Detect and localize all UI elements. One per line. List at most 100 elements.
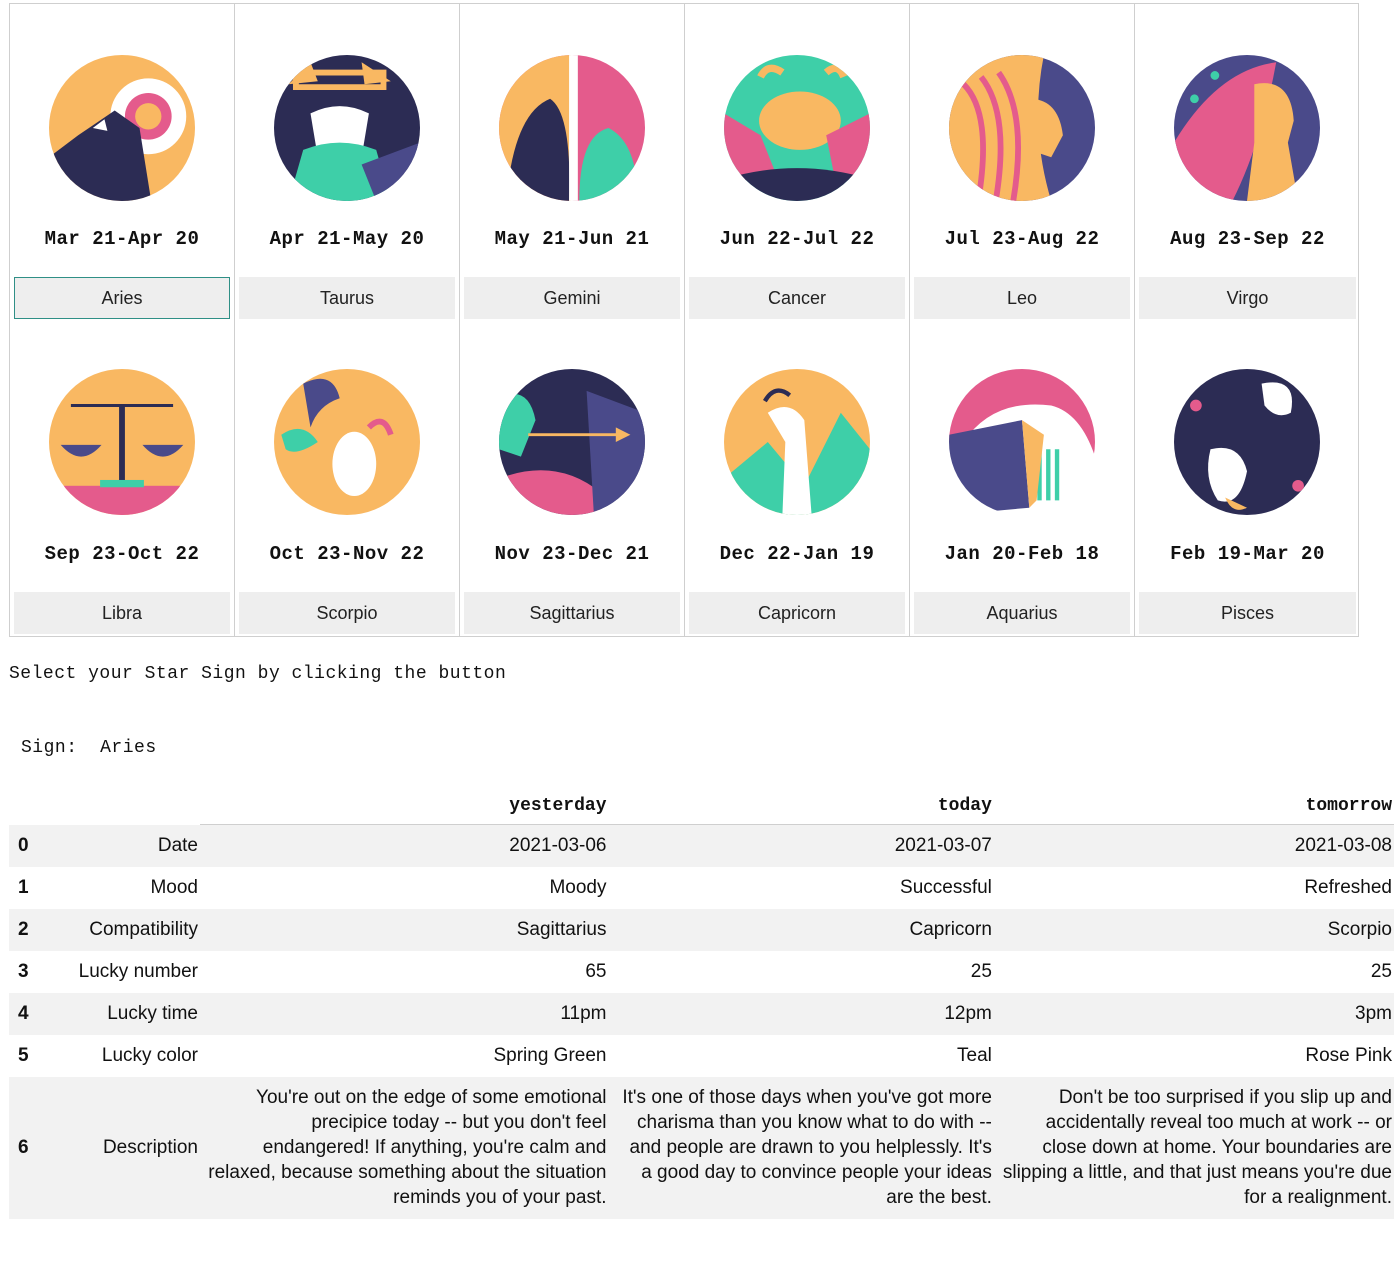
- row-label: Compatibility: [50, 909, 200, 951]
- table-row: 4 Lucky time 11pm 12pm 3pm: [9, 993, 1394, 1035]
- table-cell: 65: [585, 961, 607, 982]
- table-cell: 12pm: [608, 993, 994, 1035]
- selected-sign: Sign: Aries: [21, 738, 157, 758]
- virgo-icon: [1174, 55, 1320, 201]
- sign-button-aries[interactable]: Aries: [14, 277, 230, 319]
- selected-sign-value: Aries: [100, 738, 157, 758]
- sign-cell-pisces: Feb 19-Mar 20 Pisces: [1135, 319, 1360, 636]
- table-cell: Scorpio: [993, 909, 1394, 951]
- sign-button-virgo[interactable]: Virgo: [1139, 277, 1356, 319]
- table-row: 5 Lucky color Spring Green Teal Rose Pin…: [9, 1035, 1394, 1077]
- row-index: 5: [18, 1045, 29, 1066]
- sign-dates: Sep 23-Oct 22: [44, 543, 200, 565]
- blank-header: [50, 792, 200, 825]
- table-cell: Rose Pink: [1305, 1045, 1392, 1066]
- sign-cell-scorpio: Oct 23-Nov 22 Scorpio: [235, 319, 460, 636]
- sign-cell-capricorn: Dec 22-Jan 19 Capricorn: [685, 319, 910, 636]
- row-index: 3: [18, 961, 29, 982]
- sign-dates: Aug 23-Sep 22: [1170, 228, 1325, 250]
- scorpio-icon: [274, 369, 420, 515]
- sign-dates: Feb 19-Mar 20: [1170, 543, 1325, 565]
- table-cell: It's one of those days when you've got m…: [608, 1077, 994, 1219]
- sign-button-aquarius[interactable]: Aquarius: [914, 592, 1130, 634]
- table-cell: Capricorn: [608, 909, 994, 951]
- aries-icon: [49, 55, 195, 201]
- sign-dates: Jun 22-Jul 22: [719, 228, 875, 250]
- table-cell: Sagittarius: [200, 909, 609, 951]
- sign-dates: Jan 20-Feb 18: [944, 543, 1100, 565]
- table-cell: Spring Green: [493, 1045, 607, 1066]
- sign-dates: Jul 23-Aug 22: [944, 228, 1100, 250]
- column-header-tomorrow: tomorrow: [993, 792, 1394, 825]
- row-label: Lucky time: [50, 993, 200, 1035]
- selected-sign-label: Sign:: [21, 738, 78, 758]
- taurus-icon: [274, 55, 420, 201]
- row-index: 1: [18, 877, 29, 898]
- table-cell: Teal: [957, 1045, 992, 1066]
- sign-button-libra[interactable]: Libra: [14, 592, 230, 634]
- instruction-text: Select your Star Sign by clicking the bu…: [9, 664, 507, 684]
- libra-icon: [49, 369, 195, 515]
- sagittarius-icon: [499, 369, 645, 515]
- table-row: 3 Lucky number 65 25 25: [9, 951, 1394, 993]
- aquarius-icon: [949, 369, 1095, 515]
- sign-button-leo[interactable]: Leo: [914, 277, 1130, 319]
- capricorn-icon: [724, 369, 870, 515]
- sign-cell-virgo: Aug 23-Sep 22 Virgo: [1135, 4, 1360, 319]
- table-cell: Moody: [549, 877, 607, 898]
- sign-cell-gemini: May 21-Jun 21 Gemini: [460, 4, 685, 319]
- sign-cell-libra: Sep 23-Oct 22 Libra: [10, 319, 235, 636]
- row-label: Lucky number: [78, 961, 198, 982]
- row-label: Lucky color: [101, 1045, 198, 1066]
- sign-button-gemini[interactable]: Gemini: [464, 277, 680, 319]
- table-header-row: yesterday today tomorrow: [9, 792, 1394, 825]
- sign-button-capricorn[interactable]: Capricorn: [689, 592, 905, 634]
- table-cell: Successful: [900, 877, 992, 898]
- sign-button-cancer[interactable]: Cancer: [689, 277, 905, 319]
- sign-dates: Mar 21-Apr 20: [44, 228, 200, 250]
- sign-cell-sagittarius: Nov 23-Dec 21 Sagittarius: [460, 319, 685, 636]
- sign-dates: Apr 21-May 20: [269, 228, 425, 250]
- sign-button-taurus[interactable]: Taurus: [239, 277, 455, 319]
- table-cell: 25: [1370, 961, 1392, 982]
- table-cell: Refreshed: [1304, 877, 1392, 898]
- sign-cell-leo: Jul 23-Aug 22 Leo: [910, 4, 1135, 319]
- blank-header: [9, 792, 50, 825]
- table-row: 6 Description You're out on the edge of …: [9, 1077, 1394, 1219]
- row-label: Date: [50, 824, 200, 867]
- sign-cell-aries: Mar 21-Apr 20 Aries: [10, 4, 235, 319]
- table-cell: Don't be too surprised if you slip up an…: [993, 1077, 1394, 1219]
- table-cell: 3pm: [993, 993, 1394, 1035]
- row-label: Description: [50, 1077, 200, 1219]
- star-sign-grid: Mar 21-Apr 20 Aries Apr 21-May 20 Taurus…: [9, 3, 1359, 637]
- leo-icon: [949, 55, 1095, 201]
- sign-button-scorpio[interactable]: Scorpio: [239, 592, 455, 634]
- row-index: 6: [9, 1077, 50, 1219]
- table-row: 1 Mood Moody Successful Refreshed: [9, 867, 1394, 909]
- row-index: 4: [9, 993, 50, 1035]
- table-cell: 11pm: [200, 993, 609, 1035]
- gemini-icon: [499, 55, 645, 201]
- pisces-icon: [1174, 369, 1320, 515]
- cancer-icon: [724, 55, 870, 201]
- row-label: Mood: [150, 877, 198, 898]
- table-cell: 2021-03-07: [608, 824, 994, 867]
- column-header-today: today: [608, 792, 994, 825]
- sign-cell-cancer: Jun 22-Jul 22 Cancer: [685, 4, 910, 319]
- table-row: 2 Compatibility Sagittarius Capricorn Sc…: [9, 909, 1394, 951]
- table-cell: 25: [970, 961, 992, 982]
- table-cell: 2021-03-06: [200, 824, 609, 867]
- sign-dates: Oct 23-Nov 22: [269, 543, 425, 565]
- sign-dates: May 21-Jun 21: [494, 228, 650, 250]
- row-index: 2: [9, 909, 50, 951]
- horoscope-table: yesterday today tomorrow 0 Date 2021-03-…: [9, 792, 1394, 1219]
- sign-cell-aquarius: Jan 20-Feb 18 Aquarius: [910, 319, 1135, 636]
- sign-button-pisces[interactable]: Pisces: [1139, 592, 1356, 634]
- table-cell: You're out on the edge of some emotional…: [200, 1077, 609, 1219]
- table-cell: 2021-03-08: [993, 824, 1394, 867]
- sign-cell-taurus: Apr 21-May 20 Taurus: [235, 4, 460, 319]
- column-header-yesterday: yesterday: [200, 792, 609, 825]
- sign-button-sagittarius[interactable]: Sagittarius: [464, 592, 680, 634]
- sign-dates: Nov 23-Dec 21: [494, 543, 650, 565]
- table-row: 0 Date 2021-03-06 2021-03-07 2021-03-08: [9, 824, 1394, 867]
